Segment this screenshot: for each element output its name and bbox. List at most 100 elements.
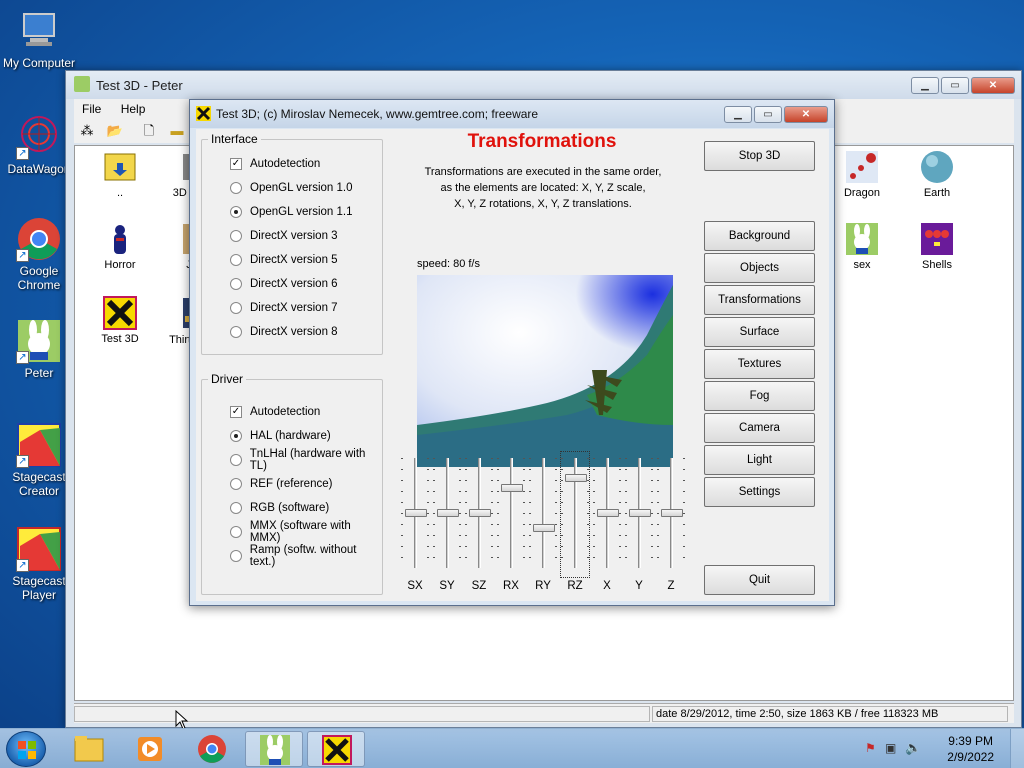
- file-label: Horror: [104, 259, 136, 271]
- slider-label: RY: [535, 580, 551, 592]
- slider-thumb[interactable]: [469, 509, 491, 517]
- 3d-viewport[interactable]: [417, 275, 673, 467]
- interface-option-directx-5[interactable]: DirectX version 5: [230, 252, 338, 268]
- slider-thumb[interactable]: [629, 509, 651, 517]
- file-item-dragon[interactable]: Dragon: [827, 150, 897, 199]
- start-button[interactable]: [6, 731, 46, 767]
- radio-icon: [230, 182, 242, 194]
- slider-sy[interactable]: [433, 452, 461, 577]
- taskbar-explorer[interactable]: [60, 731, 118, 767]
- file-item-horror[interactable]: Horror: [85, 222, 155, 271]
- action-center-flag-icon[interactable]: ⚑: [865, 741, 879, 755]
- interface-option-directx-6[interactable]: DirectX version 6: [230, 276, 338, 292]
- driver-option-hal[interactable]: HAL (hardware): [230, 428, 331, 444]
- new-file-icon[interactable]: 🗋: [140, 122, 158, 140]
- driver-autodetection-checkbox[interactable]: ✓ Autodetection: [230, 404, 320, 420]
- description-line: Transformations are executed in the same…: [424, 166, 662, 178]
- open-folder-icon[interactable]: 📂: [106, 122, 124, 140]
- slider-thumb[interactable]: [437, 509, 459, 517]
- interface-option-opengl-1-0[interactable]: OpenGL version 1.0: [230, 180, 353, 196]
- slider-ticks: [523, 458, 525, 568]
- slider-thumb[interactable]: [565, 473, 587, 482]
- explorer-titlebar[interactable]: Test 3D - Peter ▁ ▭ ✕: [66, 71, 1021, 99]
- chrome-icon: [198, 735, 226, 763]
- file-item-shells[interactable]: Shells: [902, 222, 972, 271]
- slider-rz[interactable]: [560, 451, 590, 578]
- surface-button[interactable]: Surface: [704, 317, 815, 347]
- dialog-minimize-button[interactable]: ▁: [724, 106, 752, 123]
- taskbar-test3d[interactable]: [307, 731, 365, 767]
- option-label: OpenGL version 1.1: [250, 206, 353, 218]
- transformations-button[interactable]: Transformations: [704, 285, 815, 315]
- file-item-test-3d[interactable]: Test 3D: [85, 296, 155, 345]
- interface-option-opengl-1-1[interactable]: OpenGL version 1.1: [230, 204, 353, 220]
- file-item-earth[interactable]: Earth: [902, 150, 972, 199]
- taskbar-peter[interactable]: [245, 731, 303, 767]
- slider-thumb[interactable]: [661, 509, 683, 517]
- transformations-description: Transformations are executed in the same…: [411, 164, 675, 212]
- textures-button[interactable]: Textures: [704, 349, 815, 379]
- taskbar-chrome[interactable]: [183, 731, 241, 767]
- objects-button[interactable]: Objects: [704, 253, 815, 283]
- computer-icon: [16, 8, 62, 54]
- slider-rx[interactable]: [497, 452, 525, 577]
- radio-icon: [230, 278, 242, 290]
- slider-ticks: [459, 458, 461, 568]
- close-button[interactable]: ✕: [971, 77, 1015, 94]
- dialog-titlebar[interactable]: Test 3D; (c) Miroslav Nemecek, www.gemtr…: [190, 100, 834, 128]
- driver-option-rgb[interactable]: RGB (software): [230, 500, 329, 516]
- status-pane-left: [74, 706, 650, 722]
- radio-icon: [230, 478, 242, 490]
- file-item-parent[interactable]: ..: [85, 150, 155, 199]
- slider-y[interactable]: [625, 452, 653, 577]
- desktop-icon-my-computer[interactable]: My Computer: [1, 8, 77, 70]
- shortcut-arrow-icon: ↗: [16, 147, 29, 160]
- driver-option-mmx[interactable]: MMX (software with MMX): [230, 520, 382, 544]
- maximize-button[interactable]: ▭: [941, 77, 969, 94]
- settings-button[interactable]: Settings: [704, 477, 815, 507]
- slider-label: SZ: [471, 580, 487, 592]
- slider-thumb[interactable]: [405, 509, 427, 517]
- dialog-close-button[interactable]: ✕: [784, 106, 828, 123]
- slider-z[interactable]: [657, 452, 685, 577]
- fog-button[interactable]: Fog: [704, 381, 815, 411]
- menu-file[interactable]: File: [74, 99, 109, 119]
- slider-thumb[interactable]: [533, 524, 555, 533]
- shortcut-arrow-icon: ↗: [16, 249, 29, 262]
- slider-sz[interactable]: [465, 452, 493, 577]
- interface-autodetection-checkbox[interactable]: ✓ Autodetection: [230, 156, 320, 172]
- background-button[interactable]: Background: [704, 221, 815, 251]
- network-icon[interactable]: ▣: [885, 741, 899, 755]
- dialog-maximize-button[interactable]: ▭: [754, 106, 782, 123]
- slider-ry[interactable]: [529, 452, 557, 577]
- quit-button[interactable]: Quit: [704, 565, 815, 595]
- driver-option-ref[interactable]: REF (reference): [230, 476, 332, 492]
- stop-3d-button[interactable]: Stop 3D: [704, 141, 815, 171]
- taskbar-media-player[interactable]: [121, 731, 179, 767]
- desktop-icon-label: Stagecast Creator: [12, 470, 66, 498]
- menu-help[interactable]: Help: [113, 99, 154, 119]
- interface-option-directx-7[interactable]: DirectX version 7: [230, 300, 338, 316]
- slider-x[interactable]: [593, 452, 621, 577]
- light-button[interactable]: Light: [704, 445, 815, 475]
- driver-option-ramp[interactable]: Ramp (softw. without text.): [230, 544, 382, 568]
- clock[interactable]: 9:39 PM 2/9/2022: [947, 733, 994, 765]
- slider-label: RX: [503, 580, 519, 592]
- tree-icon[interactable]: ⁂: [78, 122, 96, 140]
- minimize-button[interactable]: ▁: [911, 77, 939, 94]
- new-folder-icon[interactable]: ▬: [168, 122, 186, 140]
- slider-thumb[interactable]: [597, 509, 619, 517]
- statusbar: date 8/29/2012, time 2:50, size 1863 KB …: [74, 703, 1014, 723]
- interface-option-directx-8[interactable]: DirectX version 8: [230, 324, 338, 340]
- slider-label: SY: [439, 580, 455, 592]
- driver-option-tnlhal[interactable]: TnLHal (hardware with TL): [230, 448, 382, 472]
- show-desktop-button[interactable]: [1010, 729, 1024, 768]
- volume-icon[interactable]: 🔈: [905, 740, 921, 755]
- slider-sx[interactable]: [401, 452, 429, 577]
- interface-option-directx-3[interactable]: DirectX version 3: [230, 228, 338, 244]
- camera-button[interactable]: Camera: [704, 413, 815, 443]
- radio-selected-icon: [230, 206, 242, 218]
- slider-ticks: [561, 458, 563, 568]
- slider-thumb[interactable]: [501, 483, 523, 492]
- file-item-sex[interactable]: sex: [827, 222, 897, 271]
